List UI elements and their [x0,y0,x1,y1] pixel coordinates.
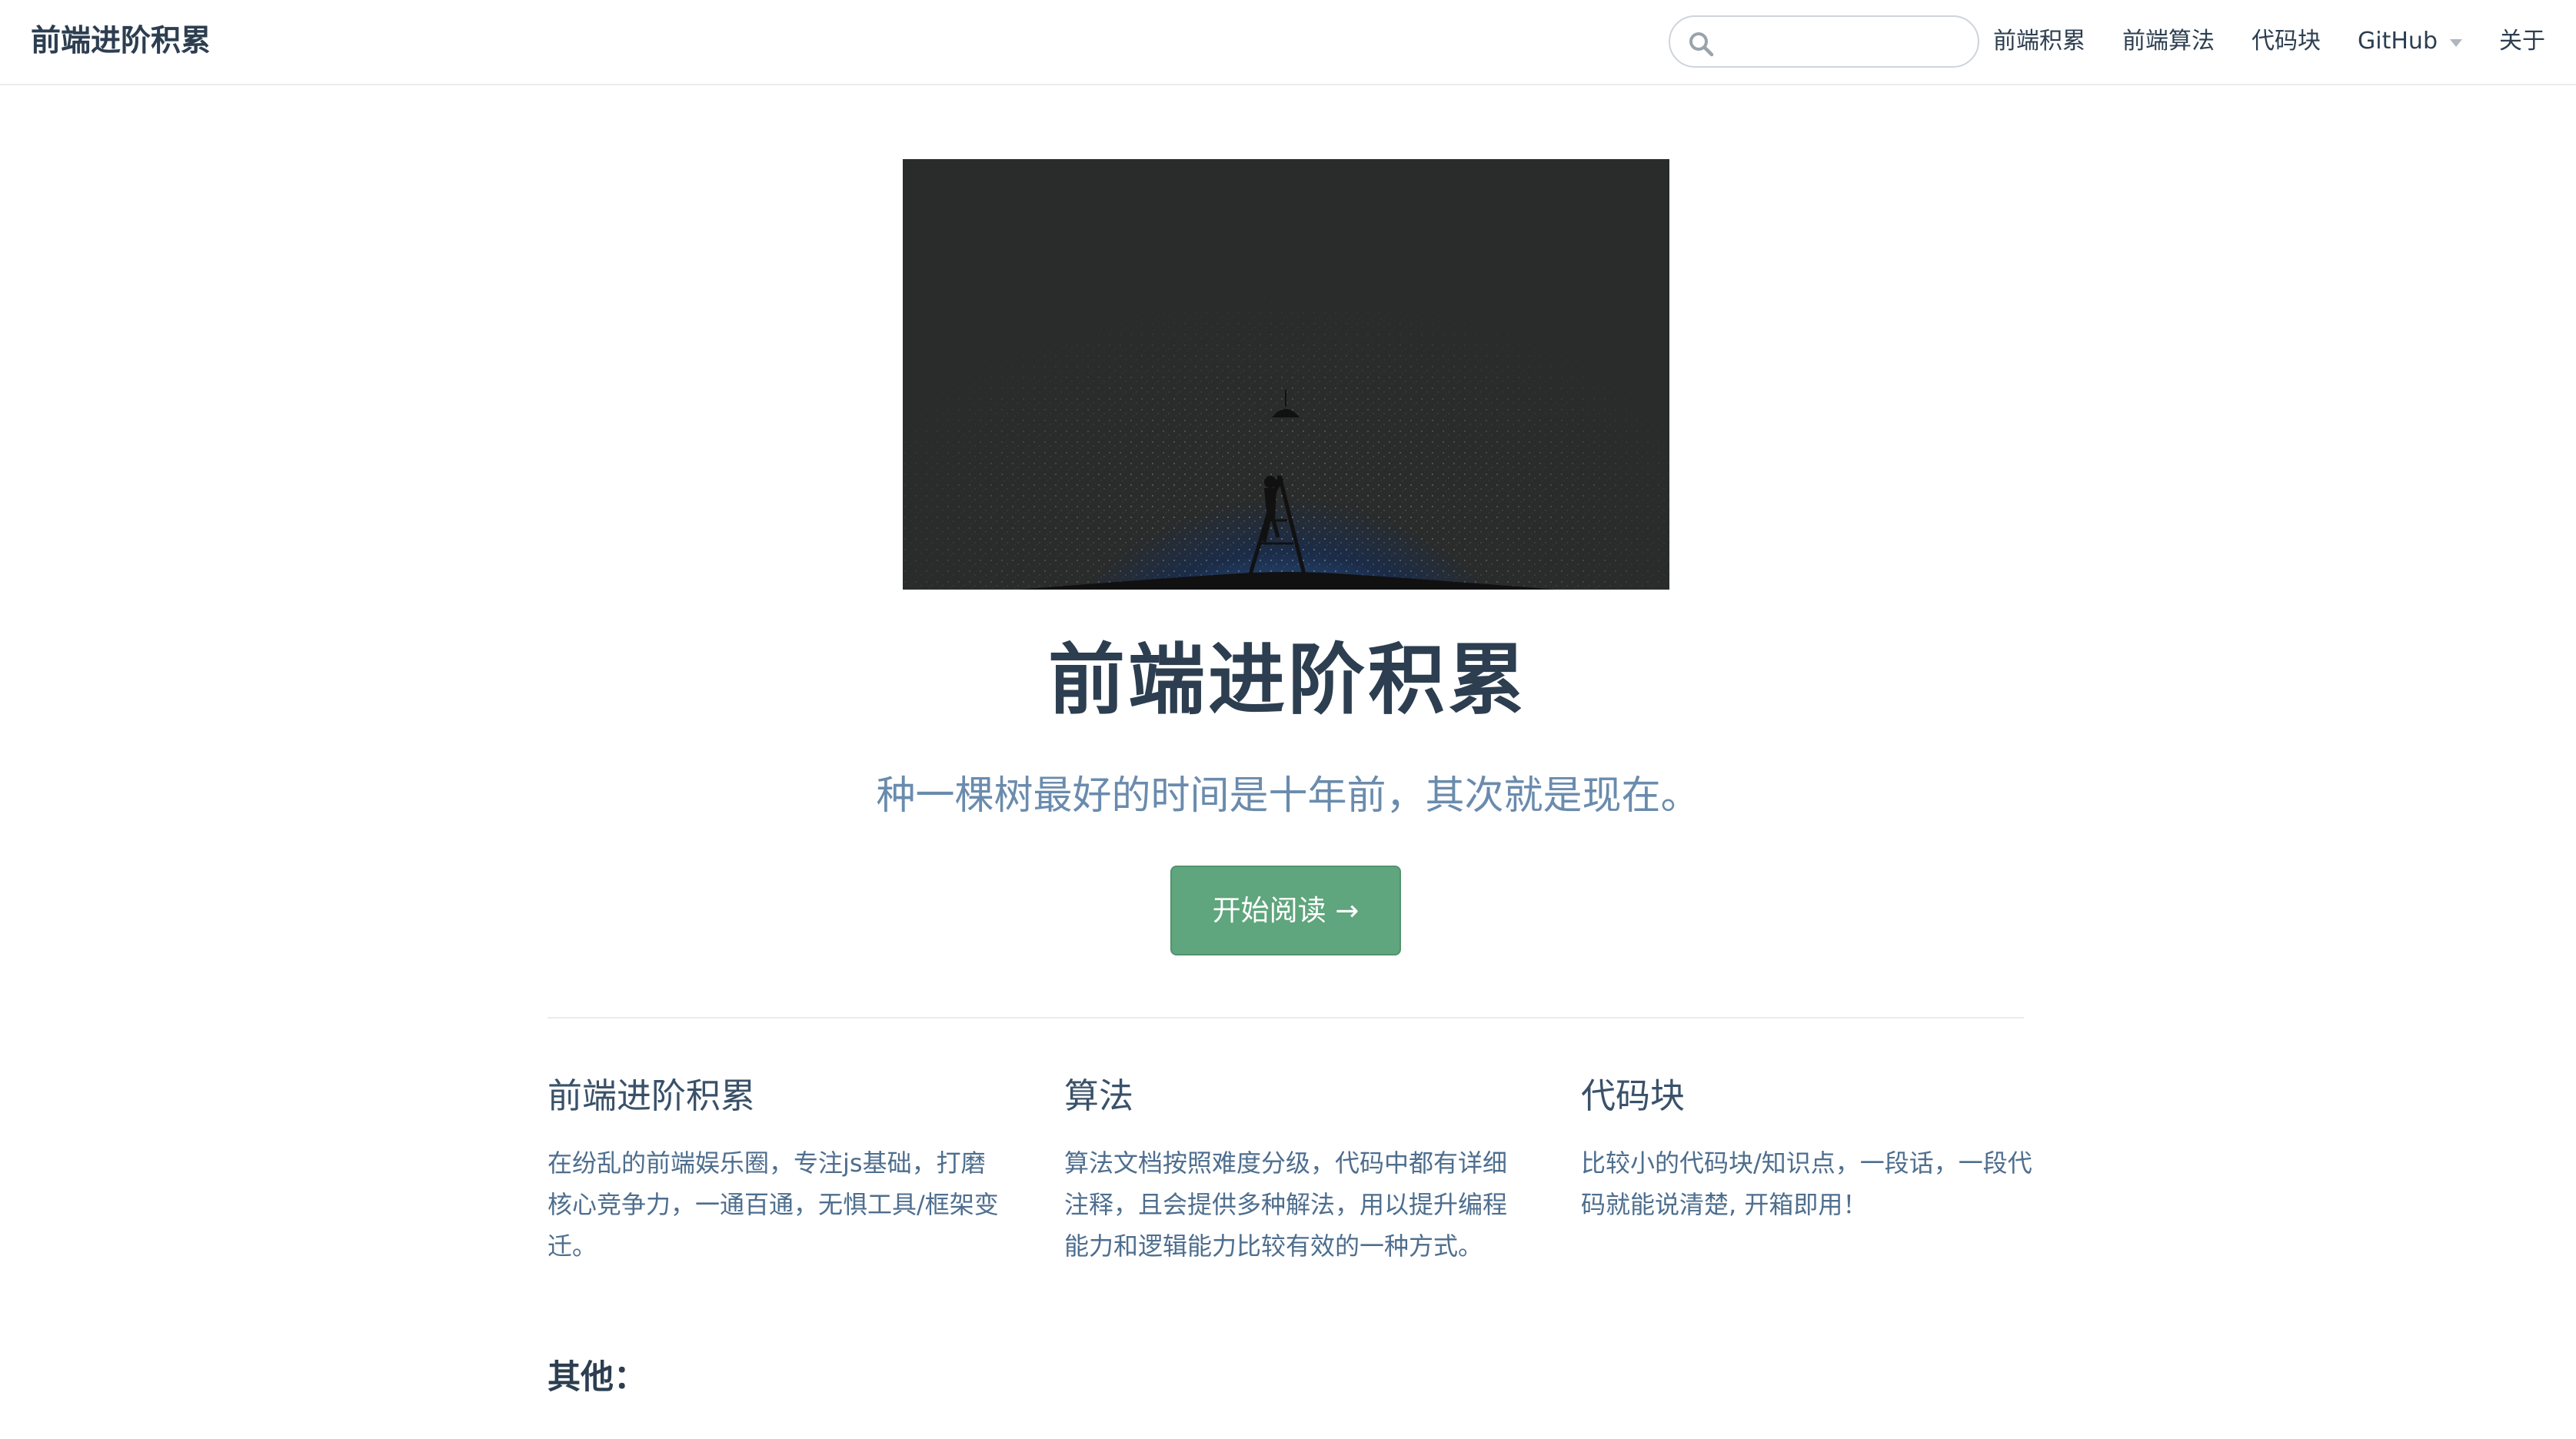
feature-card-algorithm: 算法 算法文档按照难度分级，代码中都有详细注释，且会提供多种解法，用以提升编程能… [1064,1072,1518,1267]
nav-link-label: 关于 [2499,28,2545,55]
nav-link-about[interactable]: 关于 [2499,23,2545,60]
feature-card-code-snippets: 代码块 比较小的代码块/知识点，一段话，一段代码就能说清楚, 开箱即用！ [1581,1072,2035,1225]
other-section-title: 其他： [547,1358,647,1397]
hero-image [903,159,1669,590]
search-input[interactable] [1729,23,1967,60]
nav-dropdown-github[interactable]: GitHub [2358,23,2462,60]
feature-title: 算法 [1064,1075,1134,1116]
nav-links: 前端积累 前端算法 代码块 GitHub 关于 [1993,23,2545,60]
feature-card-frontend: 前端进阶积累 在纷乱的前端娱乐圈，专注js基础，打磨核心竞争力，一通百通，无惧工… [547,1072,1001,1267]
site-name-link[interactable]: 前端进阶积累 [31,22,211,61]
search-box[interactable] [1669,15,1979,68]
caret-down-icon [2450,39,2462,47]
nav-dropdown-label: GitHub [2358,28,2438,55]
nav-link-label: 前端积累 [1993,28,2086,55]
nav-link-frontend[interactable]: 前端积累 [1993,23,2085,60]
feature-details: 在纷乱的前端娱乐圈，专注js基础，打磨核心竞争力，一通百通，无惧工具/框架变迁。 [547,1148,999,1261]
feature-details: 算法文档按照难度分级，代码中都有详细注释，且会提供多种解法，用以提升编程能力和逻… [1064,1148,1508,1261]
search-icon [1689,32,1714,57]
start-reading-button[interactable]: 开始阅读 → [1170,866,1401,955]
divider [547,1017,2024,1019]
feature-details: 比较小的代码块/知识点，一段话，一段代码就能说清楚, 开箱即用！ [1581,1148,2032,1219]
nav-link-label: 前端算法 [2122,28,2215,55]
nav-link-algorithm[interactable]: 前端算法 [2122,23,2215,60]
hero-title: 前端进阶积累 [1048,635,1528,725]
nav-link-code-snippets[interactable]: 代码块 [2252,23,2321,60]
nav-link-label: 代码块 [2252,28,2321,55]
feature-title: 前端进阶积累 [547,1075,756,1116]
feature-title: 代码块 [1581,1075,1686,1116]
hero-description: 种一棵树最好的时间是十年前，其次就是现在。 [876,773,1700,819]
navbar: 前端进阶积累 前端积累 前端算法 代码块 GitHub 关于 [0,0,2576,85]
